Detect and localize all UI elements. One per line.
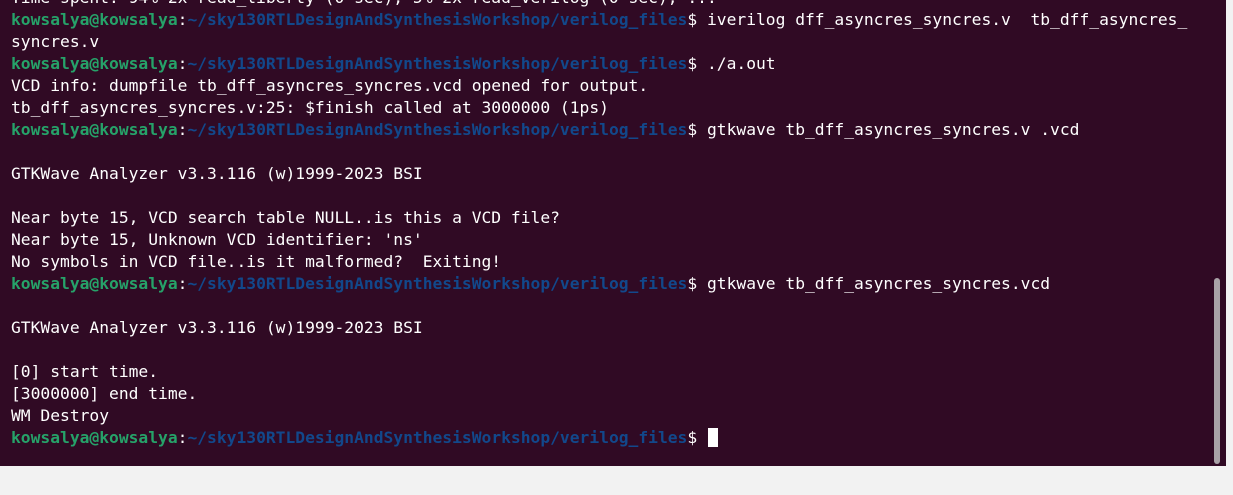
prompt-symbol: $ [687,120,707,139]
output-line: tb_dff_asyncres_syncres.v:25: $finish ca… [11,98,609,117]
terminal-output[interactable]: Time spent: 94% 2x read_liberty (0 sec),… [11,0,1187,449]
prompt-separator: : [177,54,188,73]
prompt-user-host: kowsalya@kowsalya [11,54,178,73]
vertical-scrollbar[interactable] [1214,278,1220,464]
command-text: ./a.out [706,54,776,73]
terminal-window[interactable]: Time spent: 94% 2x read_liberty (0 sec),… [0,0,1226,466]
prompt-symbol: $ [687,10,707,29]
prompt-user-host: kowsalya@kowsalya [11,10,178,29]
prompt-path: ~/sky130RTLDesignAndSynthesisWorkshop/ve… [187,428,688,447]
output-line: No symbols in VCD file..is it malformed?… [11,252,502,271]
prompt-line: kowsalya@kowsalya:~/sky130RTLDesignAndSy… [11,273,1187,295]
prompt-separator: : [177,428,188,447]
prompt-separator: : [177,274,188,293]
output-line: [3000000] end time. [11,384,198,403]
prompt-user-host: kowsalya@kowsalya [11,428,178,447]
prompt-separator: : [177,10,188,29]
prompt-line: kowsalya@kowsalya:~/sky130RTLDesignAndSy… [11,9,1187,31]
output-line: Near byte 15, VCD search table NULL..is … [11,208,560,227]
prompt-path: ~/sky130RTLDesignAndSynthesisWorkshop/ve… [187,274,688,293]
prompt-user-host: kowsalya@kowsalya [11,274,178,293]
output-line: GTKWave Analyzer v3.3.116 (w)1999-2023 B… [11,164,423,183]
prompt-symbol: $ [687,54,707,73]
command-text: iverilog dff_asyncres_syncres.v tb_dff_a… [706,10,1188,29]
prompt-line: kowsalya@kowsalya:~/sky130RTLDesignAndSy… [11,427,1187,449]
output-line: GTKWave Analyzer v3.3.116 (w)1999-2023 B… [11,318,423,337]
output-line: VCD info: dumpfile tb_dff_asyncres_syncr… [11,76,649,95]
prompt-symbol: $ [687,274,707,293]
prompt-path: ~/sky130RTLDesignAndSynthesisWorkshop/ve… [187,10,688,29]
prompt-user-host: kowsalya@kowsalya [11,120,178,139]
command-text: gtkwave tb_dff_asyncres_syncres.vcd [706,274,1051,293]
window-bottom-edge [0,466,1233,495]
prompt-path: ~/sky130RTLDesignAndSynthesisWorkshop/ve… [187,54,688,73]
prompt-separator: : [177,120,188,139]
text-cursor [707,428,718,447]
prompt-symbol: $ [687,428,707,447]
output-line: WM Destroy [11,406,110,425]
output-line: Near byte 15, Unknown VCD identifier: 'n… [11,230,423,249]
output-line: syncres.v [11,32,100,51]
output-line: [0] start time. [11,362,159,381]
output-line: Time spent: 94% 2x read_liberty (0 sec),… [11,0,1187,9]
prompt-line: kowsalya@kowsalya:~/sky130RTLDesignAndSy… [11,119,1187,141]
prompt-line: kowsalya@kowsalya:~/sky130RTLDesignAndSy… [11,53,1187,75]
command-text: gtkwave tb_dff_asyncres_syncres.v .vcd [706,120,1080,139]
prompt-path: ~/sky130RTLDesignAndSynthesisWorkshop/ve… [187,120,688,139]
